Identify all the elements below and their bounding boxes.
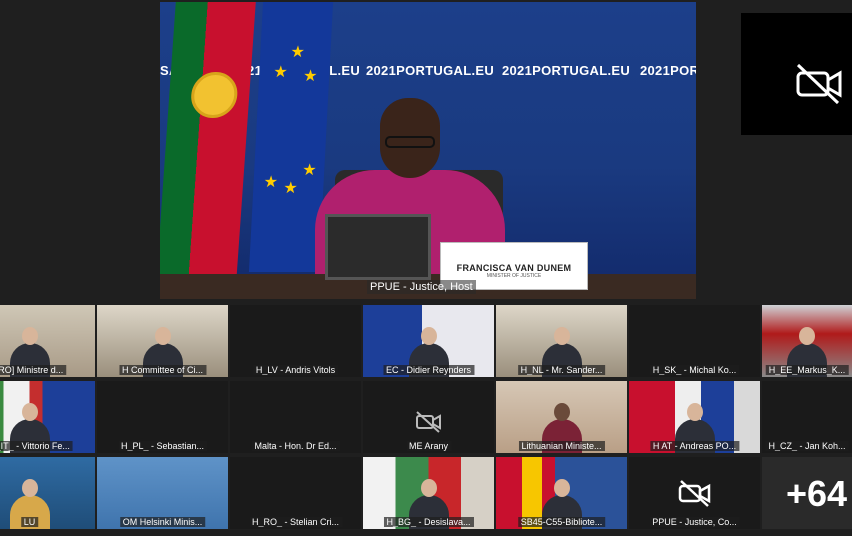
participant-name: Malta - Hon. Dr Ed... — [251, 441, 340, 451]
video-off-icon — [415, 411, 441, 433]
participant-tile[interactable]: ME Arany — [363, 381, 494, 453]
participant-name: H_LV - Andris Vitols — [252, 365, 339, 375]
video-off-icon — [796, 63, 842, 105]
participant-tile[interactable]: H_IT_ - Vittorio Fe... — [0, 381, 95, 453]
participant-name: H_CZ_ - Jan Koh... — [765, 441, 849, 451]
participant-tile[interactable]: H_RO_ - Stelian Cri... — [230, 457, 361, 529]
participant-tile[interactable]: EC - Didier Reynders — [363, 305, 494, 377]
participant-tile[interactable]: H AT - Andreas PO... — [629, 381, 760, 453]
participant-name: OM Helsinki Minis... — [119, 517, 206, 527]
participant-name: EC - Didier Reynders — [382, 365, 475, 375]
participant-tile[interactable]: H Committee of Ci... — [97, 305, 228, 377]
more-participants-count: +64 — [786, 473, 848, 514]
participant-name: SB45-C55-Bibliote... — [517, 517, 606, 527]
participant-tile[interactable]: H_CZ_ - Jan Koh... — [762, 381, 852, 453]
participant-name: H_SK_ - Michal Ko... — [649, 365, 740, 375]
participant-name: LU — [20, 517, 39, 527]
participant-name: [RO] Ministre d... — [0, 365, 67, 375]
participant-tile[interactable]: H_EE_Markus_K... — [762, 305, 852, 377]
participant-tile[interactable]: LU — [0, 457, 95, 529]
banner-text: 2021PORTU — [640, 63, 696, 78]
video-off-icon — [678, 480, 710, 507]
portugal-flag — [160, 2, 256, 282]
participant-tile[interactable]: OM Helsinki Minis... — [97, 457, 228, 529]
speaker-glasses — [385, 136, 435, 148]
nameplate-title: MINISTER OF JUSTICE — [486, 273, 542, 279]
participant-name: PPUE - Justice, Co... — [649, 517, 740, 527]
participant-tile[interactable]: H_SK_ - Michal Ko... — [629, 305, 760, 377]
participant-tile[interactable]: H_LV - Andris Vitols — [230, 305, 361, 377]
participant-name: H_EE_Markus_K... — [765, 365, 849, 375]
participant-name: H_NL - Mr. Sander... — [517, 365, 606, 375]
participant-tile[interactable]: H_BG_ - Desislava... — [363, 457, 494, 529]
participant-name: H_IT_ - Vittorio Fe... — [0, 441, 73, 451]
banner-text: 2021PORTUGAL.EU — [366, 63, 495, 78]
participant-name: ME Arany — [405, 441, 452, 451]
participant-name: Lithuanian Ministe... — [518, 441, 605, 451]
main-speaker-video[interactable]: SAL.EU 2021PORTUGAL.EU 2021PORTUGAL.EU 2… — [160, 2, 696, 299]
participant-tile[interactable]: Lithuanian Ministe... — [496, 381, 627, 453]
participant-name: H_RO_ - Stelian Cri... — [248, 517, 343, 527]
participant-tile[interactable]: PPUE - Justice, Co... — [629, 457, 760, 529]
main-speaker-label: PPUE - Justice, Host — [367, 280, 476, 294]
participant-tile[interactable]: H_NL - Mr. Sander... — [496, 305, 627, 377]
participant-tile[interactable]: SB45-C55-Bibliote... — [496, 457, 627, 529]
participant-name: H_BG_ - Desislava... — [383, 517, 474, 527]
nameplate-name: FRANCISCA VAN DUNEM — [456, 263, 572, 273]
participant-tile[interactable]: H_PL_ - Sebastian... — [97, 381, 228, 453]
participant-tile[interactable]: Malta - Hon. Dr Ed... — [230, 381, 361, 453]
banner-text: 2021PORTUGAL.EU — [502, 63, 631, 78]
self-view-tile[interactable] — [741, 13, 852, 135]
participant-tile[interactable]: [RO] Ministre d... — [0, 305, 95, 377]
participant-name: H_PL_ - Sebastian... — [117, 441, 208, 451]
participant-name: H AT - Andreas PO... — [649, 441, 740, 451]
participant-name: H Committee of Ci... — [118, 365, 207, 375]
more-participants-button[interactable]: +64 — [762, 457, 852, 529]
monitor — [325, 214, 431, 280]
